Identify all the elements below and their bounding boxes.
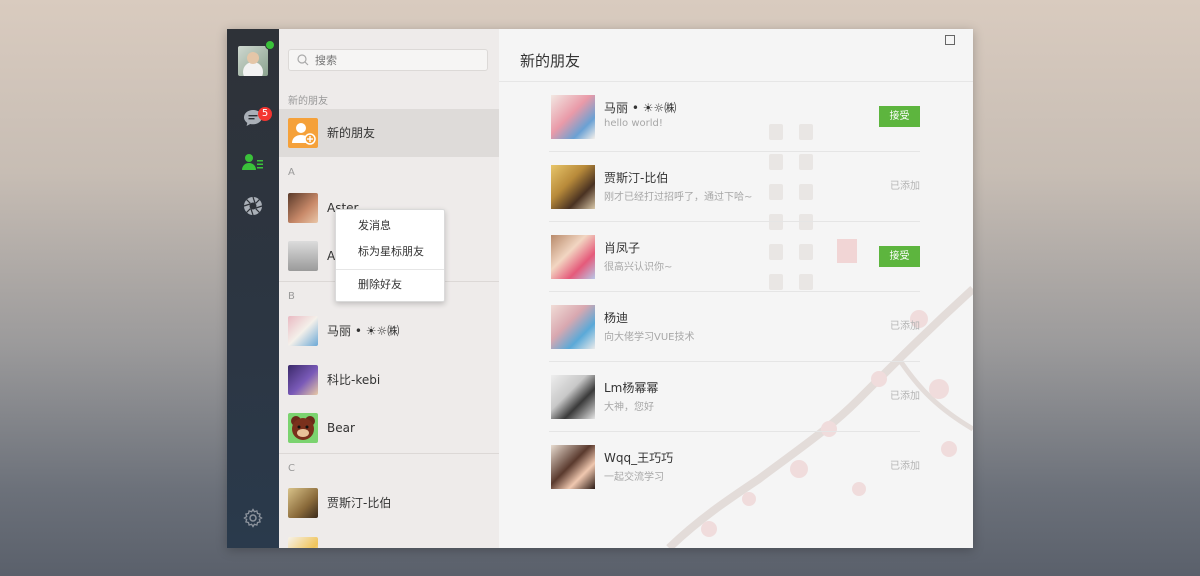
menu-divider: [336, 269, 444, 270]
settings-icon: [243, 508, 263, 532]
moments-icon: [243, 196, 263, 220]
search-box[interactable]: [288, 49, 488, 71]
add-friend-icon: [288, 118, 318, 148]
request-message: 向大佬学习VUE技术: [604, 332, 695, 343]
row-divider: [549, 361, 920, 362]
contact-item[interactable]: [279, 528, 499, 548]
added-status: 已添加: [890, 461, 920, 472]
request-name: Wqq_王巧巧: [604, 451, 674, 465]
contact-name: A: [327, 249, 336, 263]
friend-request-item[interactable]: Lm杨幂幂 大神，您好 已添加: [549, 372, 920, 442]
friend-request-item[interactable]: 肖凤子 很高兴认识你~ 接受: [549, 232, 920, 302]
contact-name: 贾斯汀-比伯: [327, 496, 392, 510]
avatar: [551, 235, 595, 279]
section-new-friends-label: 新的朋友: [288, 96, 328, 107]
request-message: 一起交流学习: [604, 472, 664, 483]
request-name: Lm杨幂幂: [604, 381, 659, 395]
avatar: [288, 193, 318, 223]
added-status: 已添加: [890, 321, 920, 332]
my-avatar[interactable]: [238, 46, 268, 76]
friend-request-item[interactable]: 杨迪 向大佬学习VUE技术 已添加: [549, 302, 920, 372]
avatar: [288, 316, 318, 346]
friend-request-item[interactable]: 贾斯汀-比伯 刚才已经打过招呼了，通过下哈~ 已添加: [549, 162, 920, 232]
avatar: [288, 488, 318, 518]
request-message: 大神，您好: [604, 402, 654, 413]
avatar: [288, 365, 318, 395]
avatar: [288, 241, 318, 271]
nav-sidebar: 5: [227, 29, 279, 548]
row-divider: [549, 221, 920, 222]
request-message: 很高兴认识你~: [604, 262, 673, 273]
request-name: 杨迪: [604, 311, 629, 325]
new-friends-label: 新的朋友: [327, 126, 376, 140]
added-status: 已添加: [890, 391, 920, 402]
contact-context-menu: 发消息 标为星标朋友 删除好友: [335, 209, 445, 302]
group-header-a: A: [288, 167, 295, 178]
search-icon: [297, 54, 309, 66]
row-divider: [549, 431, 920, 432]
group-header-c: C: [288, 463, 295, 474]
request-name: 马丽 • ☀☼㈱: [604, 101, 677, 115]
title-divider: [499, 81, 973, 82]
nav-contacts-button[interactable]: [241, 152, 265, 176]
menu-item-delete-friend[interactable]: 删除好友: [336, 272, 444, 298]
added-status: 已添加: [890, 181, 920, 192]
page-title: 新的朋友: [520, 52, 581, 70]
accept-button[interactable]: 接受: [879, 106, 920, 127]
menu-item-send-message[interactable]: 发消息: [336, 213, 444, 239]
row-divider: [549, 151, 920, 152]
avatar: [551, 95, 595, 139]
contact-name: Bear: [327, 421, 355, 435]
request-message: 刚才已经打过招呼了，通过下哈~: [604, 192, 753, 203]
unread-badge: 5: [258, 107, 272, 121]
contacts-icon: [242, 153, 264, 175]
avatar: [551, 165, 595, 209]
contact-item[interactable]: 科比-kebi: [279, 356, 499, 404]
request-name: 贾斯汀-比伯: [604, 171, 669, 185]
contact-name: 马丽 • ☀☼㈱: [327, 324, 400, 338]
avatar: [288, 413, 318, 443]
avatar: [288, 537, 318, 548]
search-input[interactable]: [315, 52, 480, 68]
new-friends-item[interactable]: 新的朋友: [279, 109, 499, 157]
nav-moments-button[interactable]: [241, 196, 265, 220]
menu-item-star-friend[interactable]: 标为星标朋友: [336, 239, 444, 265]
accept-button[interactable]: 接受: [879, 246, 920, 267]
contact-item[interactable]: 贾斯汀-比伯: [279, 479, 499, 527]
avatar: [551, 445, 595, 489]
maximize-button[interactable]: [945, 35, 955, 45]
avatar: [551, 375, 595, 419]
group-divider: [279, 453, 499, 454]
contact-name: 科比-kebi: [327, 373, 381, 387]
settings-button[interactable]: [241, 508, 265, 532]
request-message: hello world!: [604, 118, 663, 129]
group-header-b: B: [288, 291, 295, 302]
friend-request-item[interactable]: Wqq_王巧巧 一起交流学习 已添加: [549, 442, 920, 512]
new-friends-panel: 新的朋友 马丽 • ☀☼㈱ hello world! 接受 贾斯汀-比伯 刚才已…: [499, 29, 973, 548]
contact-item[interactable]: Bear: [279, 404, 499, 452]
friend-request-item[interactable]: 马丽 • ☀☼㈱ hello world! 接受: [549, 92, 920, 162]
contact-item[interactable]: 马丽 • ☀☼㈱: [279, 307, 499, 355]
request-name: 肖凤子: [604, 241, 641, 255]
online-status-dot: [265, 40, 275, 50]
row-divider: [549, 291, 920, 292]
avatar: [551, 305, 595, 349]
